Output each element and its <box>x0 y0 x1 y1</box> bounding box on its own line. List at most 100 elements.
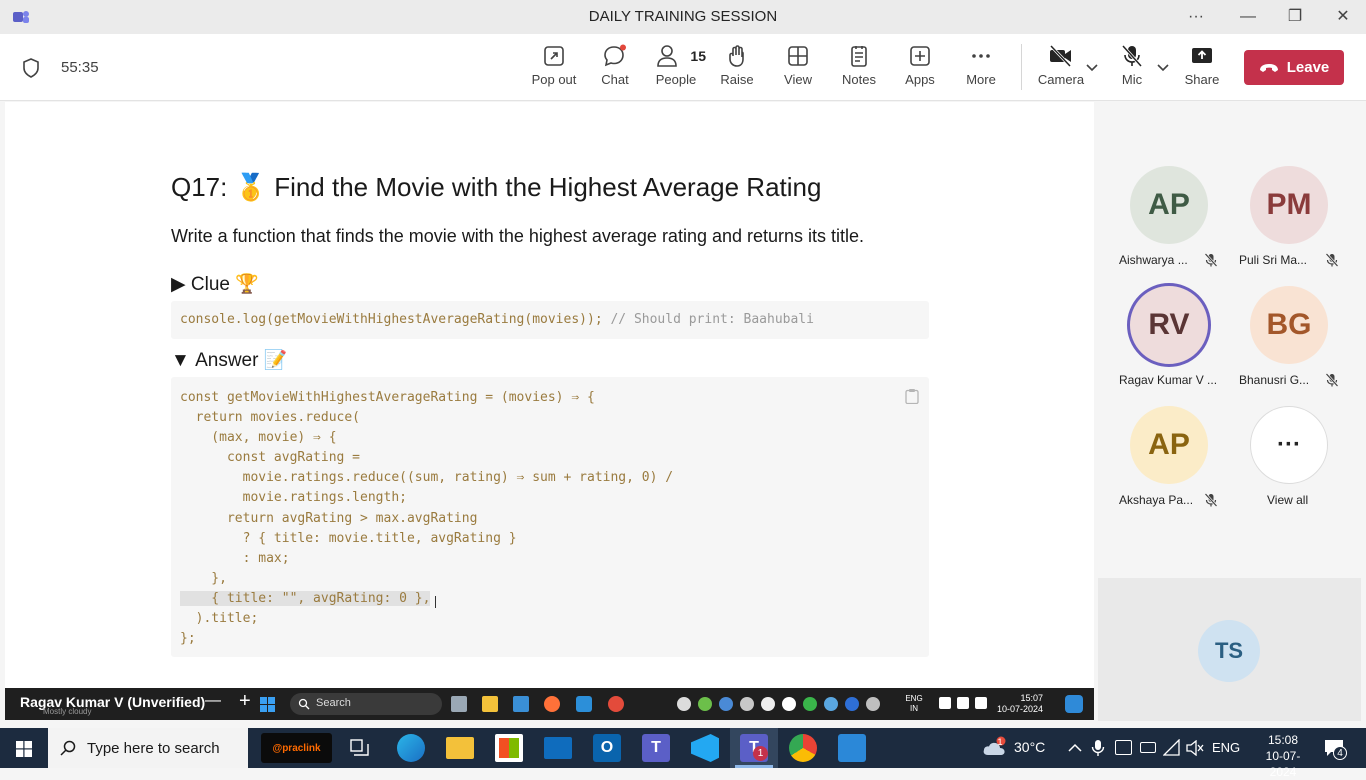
camera-options-chevron-icon[interactable] <box>1086 64 1098 72</box>
inner-search-box: Search <box>290 693 442 715</box>
inner-add-icon: + <box>239 690 251 712</box>
inner-minimize-icon: — <box>205 692 221 709</box>
answer-collapse-icon: ▼ <box>171 350 196 371</box>
edge-icon[interactable] <box>397 734 425 762</box>
weather-temperature[interactable]: 30°C <box>1014 739 1045 755</box>
share-button[interactable]: Share <box>1172 44 1232 94</box>
code-line: return movies.reduce( <box>180 410 361 426</box>
people-count: 15 <box>690 48 706 64</box>
view-button[interactable]: View <box>768 44 828 94</box>
inner-tray-icon <box>698 697 712 711</box>
inner-tray-icon <box>866 697 880 711</box>
notification-count-badge: 4 <box>1333 746 1347 760</box>
share-label: Share <box>1184 72 1220 87</box>
notes-button[interactable]: Notes <box>829 44 889 94</box>
text-cursor-icon <box>435 596 436 608</box>
answer-toggle[interactable]: ▼ Answer 📝 <box>171 348 287 372</box>
mic-options-chevron-icon[interactable] <box>1157 64 1169 72</box>
window-close-button[interactable]: ✕ <box>1328 6 1358 28</box>
projector-icon[interactable] <box>1115 740 1132 755</box>
teams-icon[interactable]: T <box>642 734 670 762</box>
more-button[interactable]: More <box>951 44 1011 94</box>
inner-folder-icon <box>482 696 498 712</box>
participant-tile[interactable]: TS <box>1098 578 1361 721</box>
popout-button[interactable]: Pop out <box>524 44 584 94</box>
participant-avatar[interactable]: AP <box>1130 406 1208 484</box>
system-time: 15:08 <box>1267 733 1299 747</box>
people-button[interactable]: 15 People <box>646 44 706 94</box>
inner-wifi-icon <box>939 697 951 709</box>
mic-muted-icon <box>1204 253 1218 267</box>
raise-label: Raise <box>720 72 754 87</box>
start-button[interactable] <box>0 728 48 768</box>
code-line: : max; <box>180 550 290 566</box>
question-title: Q17: 🥇 Find the Movie with the Highest A… <box>171 172 822 202</box>
shield-icon[interactable] <box>22 58 40 78</box>
mail-icon[interactable] <box>544 737 572 759</box>
battery-icon[interactable] <box>1140 742 1156 753</box>
code-line-highlighted: { title: "", avgRating: 0 }, <box>180 589 920 609</box>
grid-view-icon <box>788 46 808 66</box>
inner-windows-icon <box>260 697 275 712</box>
hand-icon <box>729 45 744 67</box>
participant-avatar[interactable]: PM <box>1250 166 1328 244</box>
raise-hand-button[interactable]: Raise <box>707 44 767 94</box>
view-all-button[interactable]: ··· <box>1250 406 1328 484</box>
microphone-icon[interactable] <box>1091 739 1105 757</box>
inner-firefox-icon <box>544 696 560 712</box>
clue-toggle[interactable]: ▶ Clue 🏆 <box>171 272 259 296</box>
task-view-icon[interactable] <box>350 739 370 757</box>
inner-time-text: 15:07 <box>1020 693 1043 703</box>
praclink-widget[interactable]: @praclink <box>261 733 332 763</box>
participant-initials: AP <box>1148 188 1190 221</box>
volume-muted-icon[interactable] <box>1186 740 1204 756</box>
code-line: }; <box>180 631 196 647</box>
copy-code-icon[interactable] <box>905 388 919 404</box>
chat-button[interactable]: Chat <box>585 44 645 94</box>
participant-avatar-speaking[interactable]: RV <box>1127 283 1211 367</box>
outlook-icon[interactable]: O <box>593 734 621 762</box>
chrome-icon[interactable] <box>789 734 817 762</box>
notes-label: Notes <box>842 72 876 87</box>
window-restore-button[interactable]: ❐ <box>1280 6 1310 28</box>
mic-button[interactable]: Mic <box>1102 44 1162 94</box>
taskbar-search-box[interactable]: Type here to search <box>48 728 248 768</box>
camera-button[interactable]: Camera <box>1031 44 1091 94</box>
inner-tray-icon <box>845 697 859 711</box>
participant-initials: BG <box>1266 308 1312 341</box>
answer-code-block: const getMovieWithHighestAverageRating =… <box>171 377 929 657</box>
question-description: Write a function that finds the movie wi… <box>171 226 865 246</box>
participant-initials: RV <box>1148 308 1190 341</box>
system-clock[interactable]: 15:08 10-07-2024 <box>1254 732 1312 780</box>
inner-language-indicator: ENG IN <box>903 694 925 714</box>
view-all-label[interactable]: View all <box>1267 493 1308 507</box>
code-line: movie.ratings.reduce((sum, rating) ⇒ sum… <box>180 470 674 486</box>
notes-icon <box>851 46 867 67</box>
clue-expand-icon: ▶ <box>171 274 191 295</box>
language-indicator[interactable]: ENG <box>1212 740 1240 755</box>
inner-tray-icon <box>740 697 754 711</box>
participant-avatar[interactable]: AP <box>1130 166 1208 244</box>
people-icon <box>656 45 677 67</box>
shared-screen: Q17: 🥇 Find the Movie with the Highest A… <box>5 102 1094 688</box>
view-all-icon: ··· <box>1277 431 1301 458</box>
toolbar-divider <box>1021 44 1022 90</box>
code-line: (max, movie) ⇒ { <box>180 430 337 446</box>
window-more-button[interactable]: ··· <box>1181 6 1211 28</box>
vscode-icon[interactable] <box>691 734 719 762</box>
chevron-up-icon[interactable] <box>1068 743 1082 752</box>
answer-label: Answer 📝 <box>195 350 288 371</box>
people-label: People <box>655 72 697 87</box>
wifi-icon[interactable] <box>1163 739 1181 757</box>
file-explorer-icon[interactable] <box>446 737 474 759</box>
store-icon[interactable] <box>495 734 523 762</box>
mic-muted-icon <box>1204 493 1218 507</box>
leave-button[interactable]: Leave <box>1244 50 1344 85</box>
camera-off-icon <box>1049 44 1072 68</box>
participant-avatar[interactable]: BG <box>1250 286 1328 364</box>
photos-icon[interactable] <box>838 734 866 762</box>
window-minimize-button[interactable]: — <box>1233 6 1263 28</box>
meeting-toolbar: 55:35 Pop out Chat 15 People Raise View … <box>0 34 1366 101</box>
apps-button[interactable]: Apps <box>890 44 950 94</box>
mic-label: Mic <box>1121 72 1143 87</box>
